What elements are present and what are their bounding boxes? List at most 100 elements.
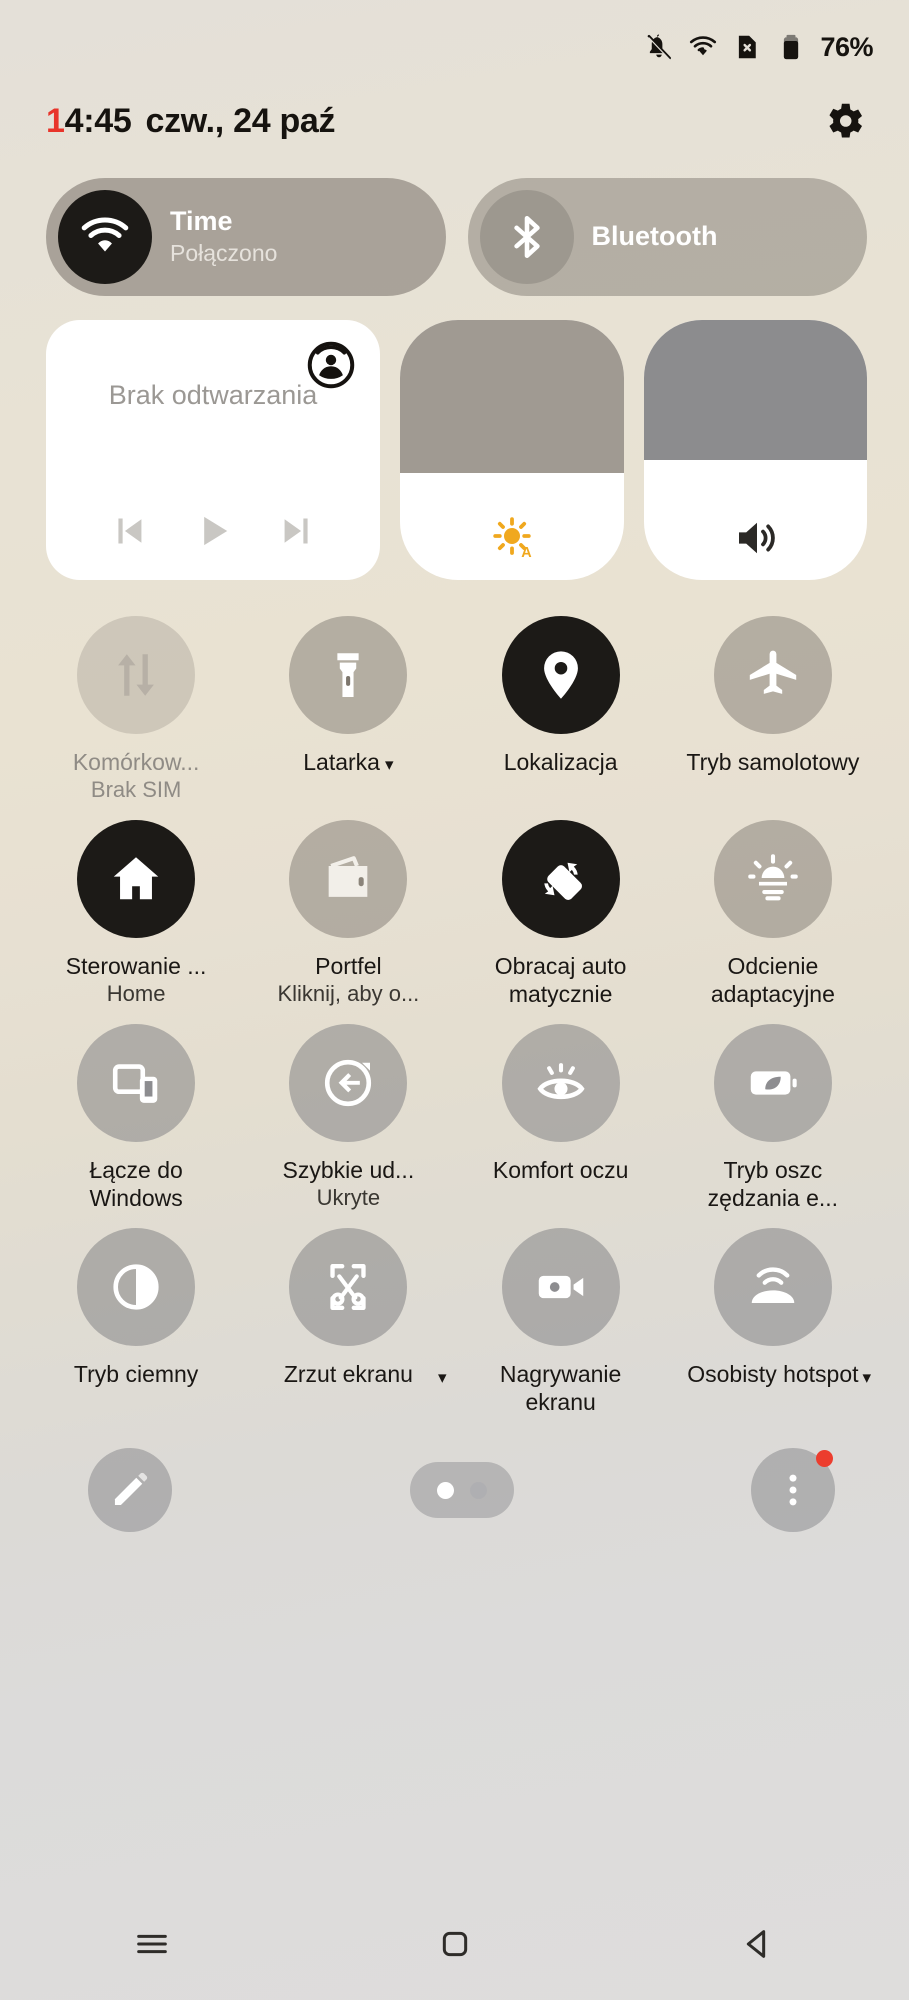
sim-card-off-icon [739, 35, 757, 59]
mobile-data-icon [118, 654, 155, 696]
media-player-card[interactable]: Brak odtwarzania [46, 320, 380, 580]
tile-screenshot[interactable]: Zrzut ekranu ▾ [242, 1228, 454, 1422]
media-controls [72, 508, 354, 558]
svg-text:A: A [521, 545, 532, 561]
tile-airplane-mode[interactable]: Tryb samolotowy [667, 616, 879, 810]
clock-time: 4:45 [64, 101, 132, 140]
tile-adaptive-brightness[interactable]: Odcienie adaptacyjne [667, 819, 879, 1014]
wifi-toggle[interactable]: Time Połączono [46, 178, 446, 296]
tile-sublabel: Kliknij, aby o... [277, 980, 420, 1006]
link-to-windows-icon-circle [77, 1023, 196, 1142]
tile-wallet[interactable]: Portfel Kliknij, aby o... [242, 819, 454, 1014]
wallet-icon [329, 856, 368, 897]
volume-icon-wrap [644, 514, 868, 562]
clock-date[interactable]: 14:45 czw., 24 paź [46, 101, 336, 141]
brightness-track: A [400, 473, 624, 580]
pencil-icon [114, 1472, 148, 1506]
chevron-down-icon[interactable]: ▾ [862, 1368, 871, 1388]
tile-label: Szybkie ud... [282, 1156, 415, 1183]
airplane-icon-circle [713, 616, 832, 734]
home-icon [113, 857, 159, 900]
screen-recorder-icon [538, 1275, 583, 1299]
dark-mode-icon [113, 1264, 159, 1310]
quick-share-icon-circle [289, 1023, 408, 1142]
volume-fill [643, 320, 867, 461]
back-triangle-icon[interactable] [738, 1924, 778, 1964]
tile-flashlight[interactable]: Latarka ▾ [242, 616, 454, 810]
tile-label: Obracaj auto matycznie [494, 952, 627, 1007]
auto-rotate-icon-circle [501, 819, 620, 938]
tile-location[interactable]: Lokalizacja [455, 616, 667, 810]
chevron-down-icon[interactable]: ▾ [385, 755, 394, 774]
eye-comfort-icon-circle [501, 1023, 620, 1142]
airplane-icon [749, 650, 797, 694]
date-label: czw., 24 paź [145, 101, 336, 140]
more-options-button[interactable] [751, 1448, 835, 1533]
tile-label: Komórkow... [72, 749, 200, 775]
battery-icon [784, 34, 799, 60]
tile-label: Tryb oszc zędzania e... [707, 1156, 839, 1212]
brightness-slider[interactable]: A [400, 320, 624, 580]
play-icon[interactable] [190, 508, 236, 554]
hotspot-icon-circle [713, 1228, 832, 1347]
home-square-icon[interactable] [435, 1924, 475, 1964]
wifi-text: Time Połączono [170, 206, 277, 268]
tile-dark-mode[interactable]: Tryb ciemny [30, 1228, 242, 1422]
page-dot-2[interactable] [469, 1481, 487, 1499]
tile-quick-share[interactable]: Szybkie ud... Ukryte [242, 1023, 454, 1218]
tile-eye-comfort[interactable]: Komfort oczu [455, 1023, 667, 1218]
link-to-windows-icon [113, 1064, 158, 1103]
wifi-status: Połączono [170, 240, 278, 267]
tile-label: Lokalizacja [503, 749, 618, 775]
tile-mobile-data[interactable]: Komórkow... Brak SIM [30, 616, 242, 810]
tile-power-saving[interactable]: Tryb oszc zędzania e... [667, 1023, 879, 1218]
hotspot-icon [751, 1267, 795, 1304]
brightness-fill [400, 320, 624, 474]
screenshot-icon [330, 1264, 367, 1311]
tile-auto-rotate[interactable]: Obracaj auto matycznie [455, 819, 667, 1014]
page-indicator[interactable] [409, 1462, 514, 1519]
volume-track [644, 460, 868, 580]
quick-share-icon [325, 1059, 372, 1107]
tile-sublabel: Ukryte [316, 1185, 381, 1211]
tile-screen-recorder[interactable]: Nagrywanie ekranu [455, 1228, 667, 1422]
bell-muted-icon [648, 34, 672, 61]
previous-icon[interactable] [105, 508, 151, 554]
bluetooth-title: Bluetooth [591, 221, 718, 252]
tile-hotspot[interactable]: Osobisty hotspot ▾ [667, 1228, 879, 1422]
quick-settings-grid: Komórkow... Brak SIM Latarka ▾ Lokalizacj… [0, 580, 909, 1422]
volume-slider[interactable] [643, 320, 868, 580]
location-icon [543, 651, 578, 699]
dark-mode-icon-circle [77, 1228, 196, 1347]
power-saving-icon-circle [713, 1023, 832, 1142]
home-icon-circle [77, 819, 196, 938]
bluetooth-icon-circle [479, 190, 574, 284]
tile-label: Sterowanie ... [65, 952, 207, 979]
edit-button[interactable] [88, 1448, 172, 1533]
tile-link-to-windows[interactable]: Łącze do Windows [30, 1023, 242, 1218]
tile-label: Zrzut ekranu [283, 1361, 413, 1388]
recents-icon[interactable] [132, 1924, 172, 1964]
connectivity-pills: Time Połączono Bluetooth [0, 144, 909, 296]
media-sliders-row: Brak odtwarzania A [0, 296, 909, 580]
page-dot-1[interactable] [436, 1481, 454, 1499]
next-icon[interactable] [275, 508, 321, 554]
cast-icon[interactable] [306, 340, 356, 390]
gear-icon[interactable] [821, 98, 867, 144]
wifi-title: Time [170, 206, 233, 237]
flashlight-icon [337, 653, 360, 697]
bluetooth-toggle[interactable]: Bluetooth [467, 178, 867, 296]
battery-percentage: 76% [820, 31, 873, 62]
flashlight-icon-circle [289, 616, 408, 734]
tile-label: Latarka ▾ [303, 748, 393, 776]
wifi-icon [81, 217, 129, 252]
status-bar: 76% [0, 0, 909, 62]
tile-label-text: Latarka [303, 749, 380, 775]
wifi-icon [690, 36, 717, 56]
brightness-auto-icon: A [493, 517, 532, 561]
tile-label: Osobisty hotspot [687, 1361, 859, 1388]
tile-smart-home[interactable]: Sterowanie ... Home [30, 819, 242, 1014]
tile-label: Nagrywanie ekranu [499, 1361, 622, 1416]
chevron-down-icon[interactable]: ▾ [438, 1368, 447, 1388]
tile-label: Łącze do Windows [89, 1156, 183, 1212]
